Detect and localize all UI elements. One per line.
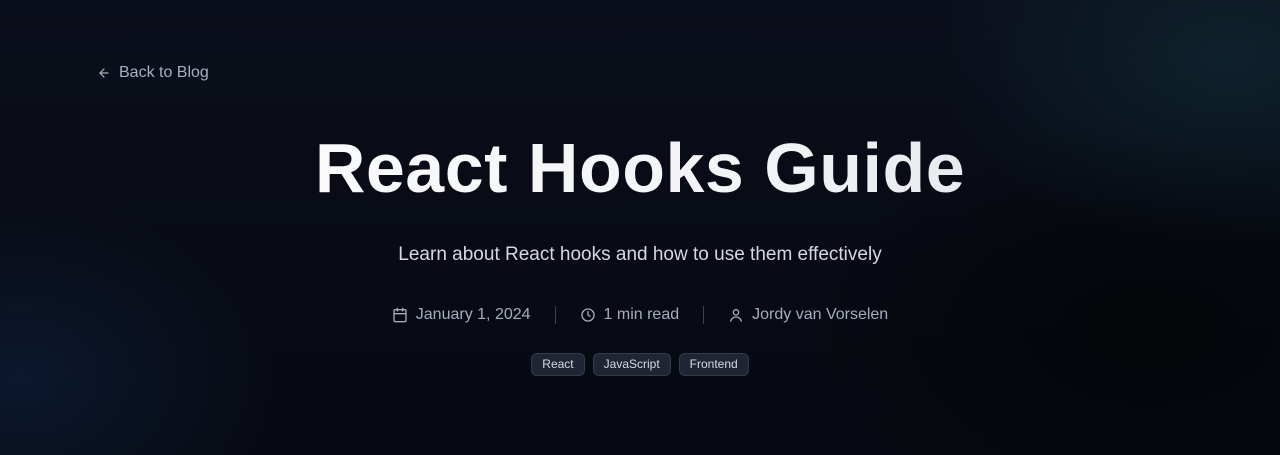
tag-frontend[interactable]: Frontend [678, 353, 749, 376]
post-author-text: Jordy van Vorselen [752, 306, 889, 323]
post-subtitle: Learn about React hooks and how to use t… [398, 244, 882, 265]
post-read-time: 1 min read [580, 306, 680, 324]
back-to-blog-label: Back to Blog [119, 64, 209, 81]
post-meta: January 1, 2024 1 min read Jordy van Vor… [0, 306, 1280, 324]
post-tags: React JavaScript Frontend [0, 353, 1280, 376]
arrow-left-icon [99, 68, 109, 78]
tag-javascript[interactable]: JavaScript [592, 353, 671, 376]
post-date-text: January 1, 2024 [415, 306, 531, 323]
user-icon [730, 309, 743, 322]
tag-react[interactable]: React [531, 353, 585, 376]
post-author: Jordy van Vorselen [728, 306, 888, 324]
meta-divider [703, 306, 705, 324]
clock-icon [580, 308, 595, 322]
calendar-icon [393, 307, 407, 323]
post-title: React Hooks Guide [0, 128, 1280, 208]
back-to-blog-link[interactable]: Back to Blog [97, 64, 209, 82]
post-read-time-text: 1 min read [603, 306, 680, 323]
meta-divider [554, 306, 556, 324]
post-date: January 1, 2024 [392, 306, 531, 324]
